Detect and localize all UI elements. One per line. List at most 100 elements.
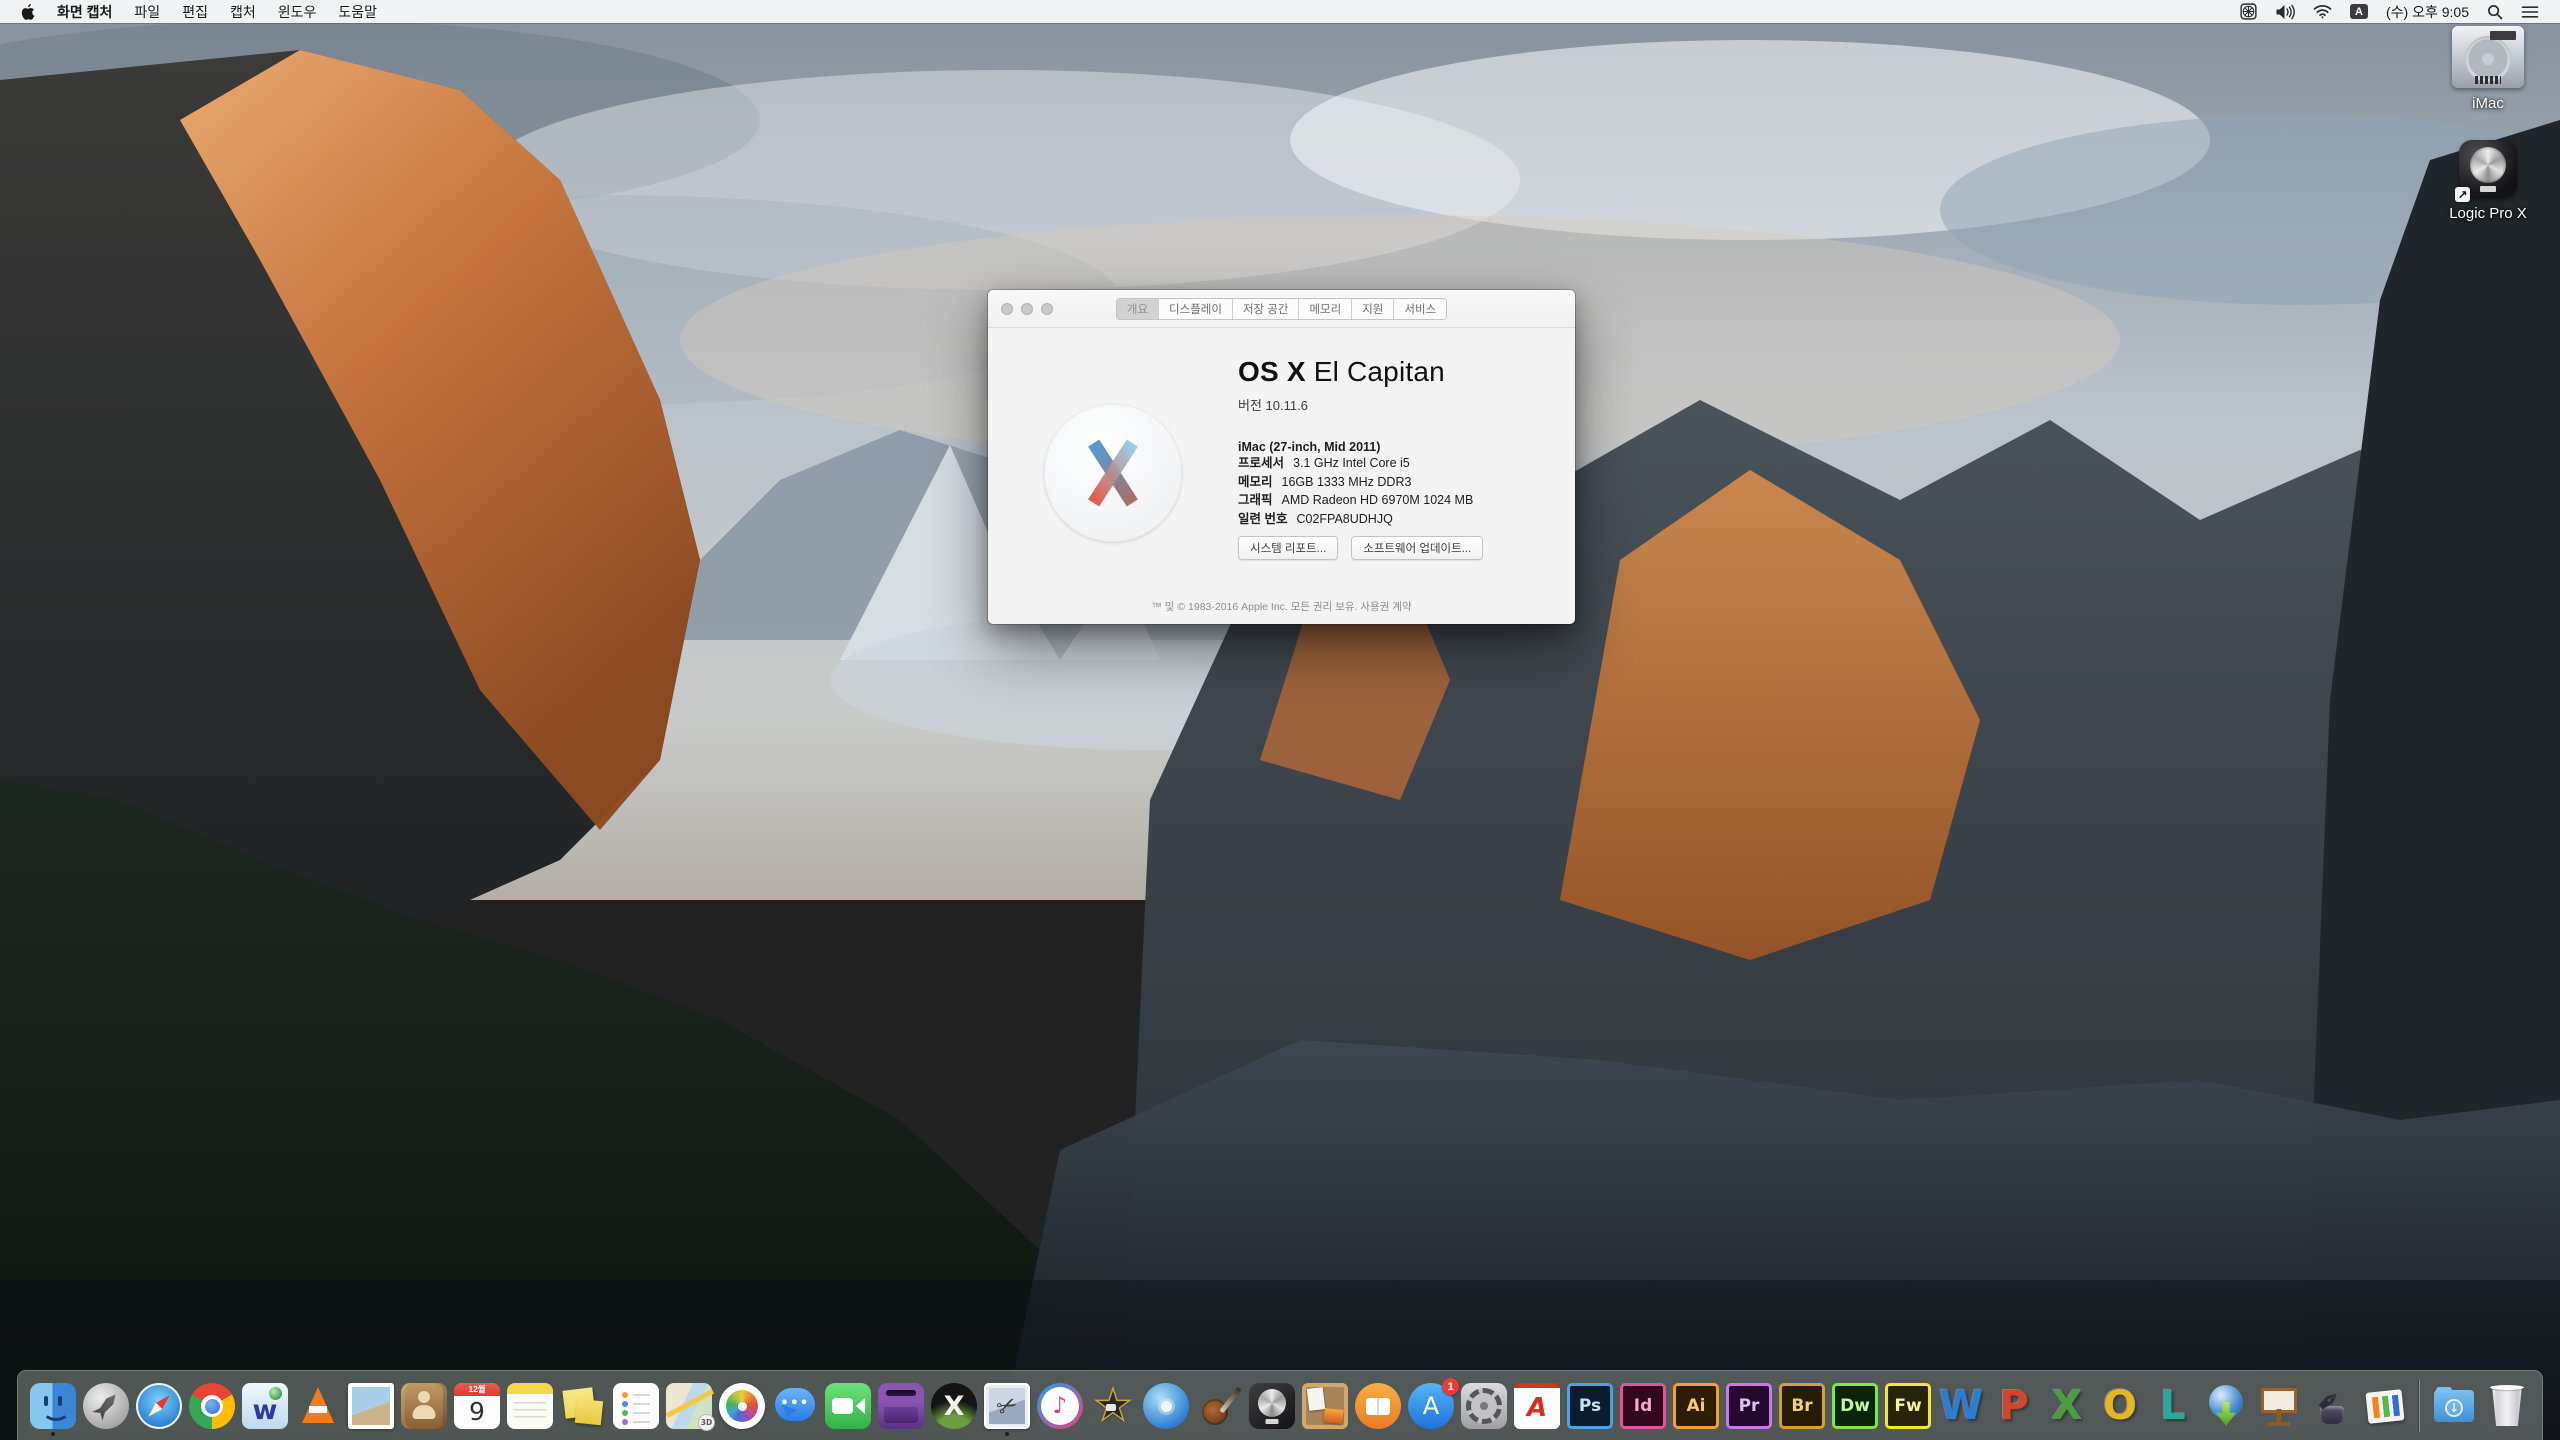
iweb-dock-icon[interactable] bbox=[1302, 1383, 1348, 1429]
vlc-dock-icon[interactable] bbox=[295, 1383, 341, 1429]
calendar-glyph: 9 bbox=[469, 1399, 485, 1424]
dock-separator bbox=[2419, 1380, 2420, 1432]
tab-overview[interactable]: 개요 bbox=[1117, 299, 1159, 319]
garageband-dock-icon[interactable] bbox=[1196, 1383, 1242, 1429]
w-web-app-glyph: w bbox=[253, 1397, 278, 1424]
powerpoint-dock-icon[interactable]: P bbox=[1991, 1383, 2037, 1429]
spec-row: 프로세서3.1 GHz Intel Core i5 bbox=[1238, 454, 1473, 473]
messages-glyph: ••• bbox=[780, 1397, 809, 1410]
illustrator-glyph: Ai bbox=[1687, 1398, 1706, 1415]
close-button[interactable] bbox=[1001, 303, 1013, 315]
software-update-button[interactable]: 소프트웨어 업데이트... bbox=[1351, 536, 1483, 560]
idvd-dock-icon[interactable] bbox=[1143, 1383, 1189, 1429]
menu-help[interactable]: 도움말 bbox=[327, 0, 388, 23]
tab-displays[interactable]: 디스플레이 bbox=[1159, 299, 1233, 319]
wifi-menu-icon[interactable] bbox=[2304, 0, 2341, 23]
xee-dock-icon[interactable]: X bbox=[931, 1383, 977, 1429]
ibooks-dock-icon[interactable] bbox=[1355, 1383, 1401, 1429]
app-store-badge: 1 bbox=[1442, 1378, 1459, 1395]
apple-menu[interactable] bbox=[10, 0, 46, 23]
photoshop-dock-icon[interactable]: Ps bbox=[1567, 1383, 1613, 1429]
chrome-dock-icon[interactable] bbox=[189, 1383, 235, 1429]
bridge-dock-icon[interactable]: Br bbox=[1779, 1383, 1825, 1429]
hard-disk-icon bbox=[2452, 26, 2524, 88]
volume-menu-icon[interactable] bbox=[2266, 0, 2304, 23]
calendar-top-text: 12월 bbox=[454, 1383, 500, 1396]
fan-control-menu-icon[interactable] bbox=[2231, 0, 2266, 23]
calendar-dock-icon[interactable]: 12월9 bbox=[454, 1383, 500, 1429]
logic-pro-x-desktop-alias[interactable]: ↗ Logic Pro X bbox=[2449, 140, 2527, 222]
messages-dock-icon[interactable]: ••• bbox=[772, 1383, 818, 1429]
safari-dock-icon[interactable] bbox=[136, 1383, 182, 1429]
trash-dock-icon[interactable] bbox=[2484, 1383, 2530, 1429]
keynote-dock-icon[interactable] bbox=[2256, 1383, 2302, 1429]
downloads-folder-dock-icon[interactable]: ↓ bbox=[2431, 1383, 2477, 1429]
lync-dock-icon[interactable]: L bbox=[2150, 1383, 2196, 1429]
photos-dock-icon[interactable] bbox=[719, 1383, 765, 1429]
excel-glyph: X bbox=[2052, 1386, 2083, 1426]
zoom-button[interactable] bbox=[1041, 303, 1053, 315]
grab-screen-capture-running-indicator bbox=[1005, 1432, 1009, 1436]
pages-dock-icon[interactable]: ✒ bbox=[2309, 1383, 2355, 1429]
igetter-dock-icon[interactable] bbox=[2203, 1383, 2249, 1429]
finder-dock-icon[interactable] bbox=[30, 1383, 76, 1429]
xee-glyph: X bbox=[944, 1393, 965, 1420]
mail-dock-icon[interactable] bbox=[348, 1383, 394, 1429]
indesign-dock-icon[interactable]: Id bbox=[1620, 1383, 1666, 1429]
contacts-dock-icon[interactable] bbox=[401, 1383, 447, 1429]
window-titlebar[interactable]: 개요 디스플레이 저장 공간 메모리 지원 서비스 bbox=[988, 290, 1575, 328]
fireworks-dock-icon[interactable]: Fw bbox=[1885, 1383, 1931, 1429]
desktop-icons: iMac ↗ Logic Pro X bbox=[2428, 26, 2548, 222]
system-report-button[interactable]: 시스템 리포트... bbox=[1238, 536, 1338, 560]
logic-pro-x-dock-icon[interactable] bbox=[1249, 1383, 1295, 1429]
menu-screen-capture-app[interactable]: 화면 캡처 bbox=[46, 0, 123, 23]
itunes-dock-icon[interactable]: ♪ bbox=[1037, 1383, 1083, 1429]
imac-disk-desktop-icon[interactable]: iMac bbox=[2452, 26, 2524, 112]
input-source-menu-icon[interactable]: A bbox=[2341, 0, 2377, 23]
toast-dock-icon[interactable] bbox=[878, 1383, 924, 1429]
el-capitan-wallpaper bbox=[0, 0, 2560, 1440]
tab-memory[interactable]: 메모리 bbox=[1299, 299, 1352, 319]
stickies-dock-icon[interactable] bbox=[560, 1383, 606, 1429]
bridge-glyph: Br bbox=[1791, 1398, 1812, 1415]
w-web-app-dock-icon[interactable]: w bbox=[242, 1383, 288, 1429]
reminders-dock-icon[interactable] bbox=[613, 1383, 659, 1429]
menu-window[interactable]: 윈도우 bbox=[267, 0, 328, 23]
premiere-pro-dock-icon[interactable]: Pr bbox=[1726, 1383, 1772, 1429]
about-buttons: 시스템 리포트... 소프트웨어 업데이트... bbox=[1238, 536, 1483, 560]
grab-screen-capture-dock-icon[interactable]: ✂ bbox=[984, 1383, 1030, 1429]
maps-dock-icon[interactable]: 3D bbox=[666, 1383, 712, 1429]
notes-dock-icon[interactable] bbox=[507, 1383, 553, 1429]
tab-support[interactable]: 지원 bbox=[1352, 299, 1394, 319]
apple-logo-icon bbox=[21, 4, 35, 20]
spotlight-icon[interactable] bbox=[2478, 0, 2512, 23]
word-dock-icon[interactable]: W bbox=[1938, 1383, 1984, 1429]
outlook-dock-icon[interactable]: O bbox=[2097, 1383, 2143, 1429]
minimize-button[interactable] bbox=[1021, 303, 1033, 315]
spec-row: 메모리16GB 1333 MHz DDR3 bbox=[1238, 473, 1473, 492]
spec-value: C02FPA8UDHJQ bbox=[1296, 512, 1392, 526]
fireworks-glyph: Fw bbox=[1894, 1398, 1921, 1415]
system-preferences-dock-icon[interactable] bbox=[1461, 1383, 1507, 1429]
tab-service[interactable]: 서비스 bbox=[1394, 299, 1446, 319]
menu-capture[interactable]: 캡처 bbox=[219, 0, 267, 23]
acrobat-dock-icon[interactable]: A bbox=[1514, 1383, 1560, 1429]
menu-bar-clock[interactable]: (수) 오후 9:05 bbox=[2377, 2, 2478, 22]
logic-pro-x-label: Logic Pro X bbox=[2449, 205, 2527, 222]
launchpad-dock-icon[interactable] bbox=[83, 1383, 129, 1429]
downloads-folder-glyph: ↓ bbox=[2445, 1399, 2463, 1417]
premiere-pro-glyph: Pr bbox=[1739, 1398, 1760, 1415]
tab-storage[interactable]: 저장 공간 bbox=[1233, 299, 1300, 319]
alias-arrow-badge: ↗ bbox=[2455, 187, 2470, 202]
illustrator-dock-icon[interactable]: Ai bbox=[1673, 1383, 1719, 1429]
os-name-title: OS X El Capitan bbox=[1238, 356, 1473, 388]
dreamweaver-dock-icon[interactable]: Dw bbox=[1832, 1383, 1878, 1429]
excel-dock-icon[interactable]: X bbox=[2044, 1383, 2090, 1429]
notification-center-icon[interactable] bbox=[2512, 0, 2548, 23]
menu-edit[interactable]: 편집 bbox=[171, 0, 219, 23]
app-store-dock-icon[interactable]: A1 bbox=[1408, 1383, 1454, 1429]
imovie-dock-icon[interactable]: ★ bbox=[1090, 1383, 1136, 1429]
numbers-dock-icon[interactable] bbox=[2362, 1383, 2408, 1429]
facetime-dock-icon[interactable] bbox=[825, 1383, 871, 1429]
menu-file[interactable]: 파일 bbox=[123, 0, 171, 23]
